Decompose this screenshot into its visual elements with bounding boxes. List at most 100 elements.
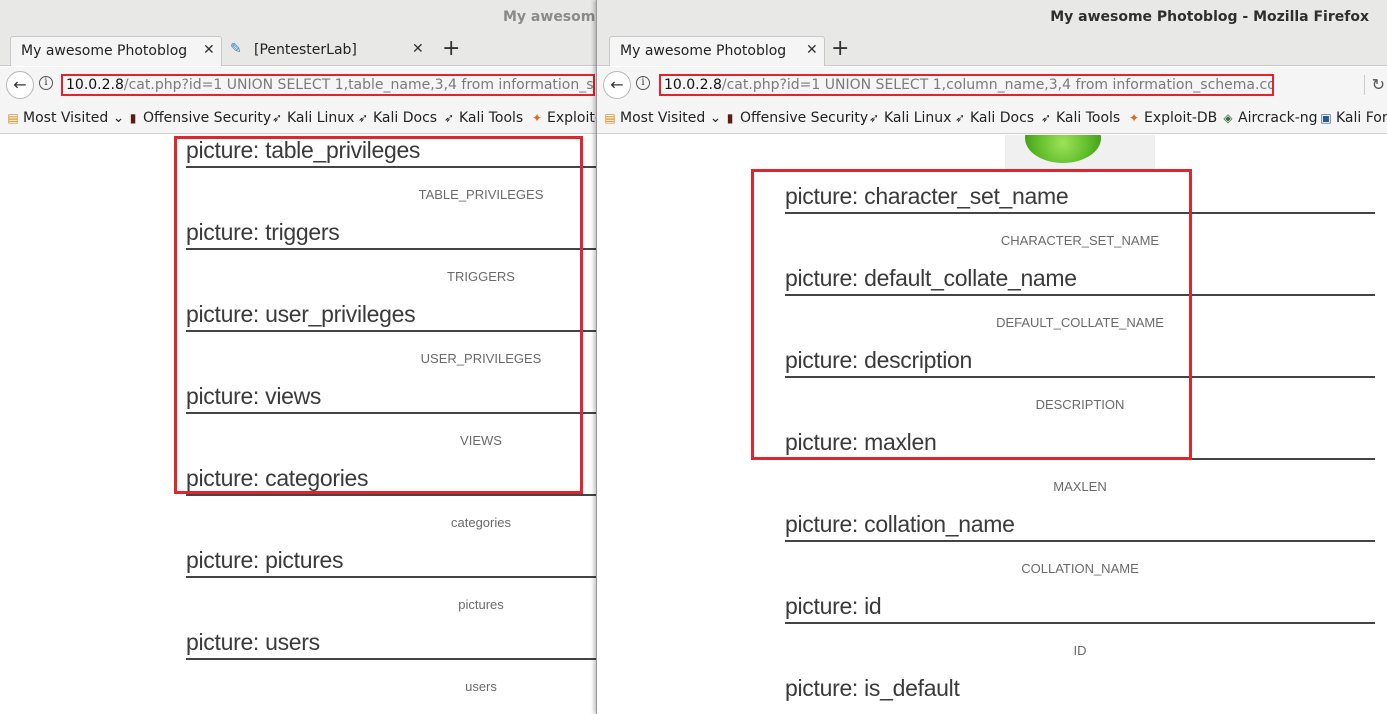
window-title: My awesome Photoblog bbox=[503, 9, 600, 25]
back-arrow-icon[interactable]: ← bbox=[603, 71, 631, 99]
bookmark-kali-linux[interactable]: ➶ Kali Linux bbox=[270, 110, 355, 126]
picture-title: picture: collation_name bbox=[785, 511, 1015, 537]
picture-caption: users bbox=[465, 679, 497, 694]
bookmark-label: Kali Docs bbox=[373, 110, 438, 126]
url-host: 10.0.2.8 bbox=[664, 77, 722, 93]
bookmark-most-visited[interactable]: ▤ Most Visited ⌄ bbox=[603, 110, 721, 126]
tab-photoblog[interactable]: My awesome Photoblog ✕ bbox=[10, 36, 222, 66]
kali-forums-icon: ▣ bbox=[1320, 111, 1332, 125]
close-icon[interactable]: ✕ bbox=[203, 42, 215, 58]
picture-title: picture: users bbox=[186, 629, 320, 655]
bookmark-label: Offensive Security bbox=[740, 110, 869, 126]
title-underline bbox=[186, 494, 600, 496]
tab-strip: My awesome Photoblog ✕ + bbox=[597, 34, 1387, 66]
bookmark-folder-icon: ▤ bbox=[7, 111, 19, 125]
kali-dragon-icon: ➶ bbox=[357, 111, 369, 125]
green-logo-image bbox=[1025, 135, 1101, 163]
kali-dragon-icon: ➶ bbox=[868, 111, 880, 125]
aircrack-icon: ◈ bbox=[1223, 111, 1233, 125]
url-path: /cat.php?id=1 UNION SELECT 1,column_name… bbox=[721, 77, 1274, 93]
bookmark-kali-forums[interactable]: ▣ Kali Foru bbox=[1319, 110, 1387, 126]
bookmark-label: Kali Tools bbox=[459, 110, 524, 126]
picture-caption: categories bbox=[451, 515, 511, 530]
left-firefox-window: My awesome Photoblog My awesome Photoblo… bbox=[0, 0, 600, 714]
bookmarks-bar: ▤ Most Visited ⌄ ▮ Offensive Security ➶ Kal… bbox=[597, 104, 1387, 134]
title-underline bbox=[186, 576, 600, 578]
bookmark-label: Kali Docs bbox=[970, 110, 1035, 126]
highlight-box bbox=[174, 136, 583, 494]
tab-label: [PentesterLab] bbox=[254, 42, 357, 58]
photo-thumbnail bbox=[1005, 135, 1155, 169]
kali-dragon-icon: ➶ bbox=[954, 111, 966, 125]
bookmark-aircrack-ng[interactable]: ◈ Aircrack-ng bbox=[1221, 110, 1318, 126]
nav-bar: ← i 10.0.2.8/cat.php?id=1 UNION SELECT 1… bbox=[0, 67, 600, 104]
bookmarks-bar: ▤ Most Visited ⌄ ▮ Offensive Security ➶ Kal… bbox=[0, 104, 600, 134]
tab-photoblog[interactable]: My awesome Photoblog ✕ bbox=[609, 36, 825, 66]
plus-icon[interactable]: + bbox=[831, 38, 849, 60]
info-icon[interactable]: i bbox=[636, 76, 650, 90]
bookmark-offensive-security[interactable]: ▮ Offensive Security bbox=[126, 110, 272, 126]
title-underline bbox=[785, 540, 1375, 542]
tab-strip: My awesome Photoblog ✕ ✎ [PentesterLab] … bbox=[0, 34, 600, 66]
bookmark-label: Aircrack-ng bbox=[1238, 110, 1318, 126]
offsec-icon: ▮ bbox=[129, 111, 137, 125]
bookmark-label: Exploit- bbox=[547, 110, 600, 126]
exploit-db-icon: ✦ bbox=[1128, 111, 1140, 125]
close-icon[interactable]: ✕ bbox=[412, 41, 424, 57]
picture-title: picture: pictures bbox=[186, 547, 344, 573]
bookmark-label: Most Visited bbox=[620, 110, 706, 126]
offsec-icon: ▮ bbox=[726, 111, 734, 125]
toolbar-separator bbox=[1364, 75, 1365, 95]
picture-title: picture: is_default bbox=[785, 675, 960, 701]
tab-label: My awesome Photoblog bbox=[21, 43, 188, 59]
bookmark-kali-linux[interactable]: ➶ Kali Linux bbox=[867, 110, 952, 126]
bookmark-kali-tools[interactable]: ➶ Kali Tools bbox=[1039, 110, 1120, 126]
picture-title: picture: id bbox=[785, 593, 882, 619]
bookmark-kali-docs[interactable]: ➶ Kali Docs bbox=[953, 110, 1034, 126]
bookmark-kali-docs[interactable]: ➶ Kali Docs bbox=[356, 110, 437, 126]
picture-caption: ID bbox=[1073, 643, 1087, 658]
exploit-db-icon: ✦ bbox=[531, 111, 543, 125]
title-underline bbox=[785, 622, 1375, 624]
bookmark-label: Most Visited bbox=[23, 110, 109, 126]
tab-pentesterlab[interactable]: ✎ [PentesterLab] ✕ bbox=[226, 36, 432, 66]
pencil-icon: ✎ bbox=[230, 41, 242, 57]
kali-dragon-icon: ➶ bbox=[443, 111, 455, 125]
plus-icon[interactable]: + bbox=[442, 38, 460, 60]
url-host: 10.0.2.8 bbox=[66, 77, 124, 93]
info-icon[interactable]: i bbox=[39, 76, 53, 90]
kali-dragon-icon: ➶ bbox=[1040, 111, 1052, 125]
close-icon[interactable]: ✕ bbox=[806, 42, 818, 58]
bookmark-offensive-security[interactable]: ▮ Offensive Security bbox=[723, 110, 869, 126]
bookmark-label: Kali Tools bbox=[1056, 110, 1121, 126]
url-bar[interactable]: 10.0.2.8/cat.php?id=1 UNION SELECT 1,tab… bbox=[61, 74, 595, 96]
picture-caption: COLLATION_NAME bbox=[1021, 561, 1139, 576]
url-bar[interactable]: 10.0.2.8/cat.php?id=1 UNION SELECT 1,col… bbox=[659, 74, 1274, 96]
right-firefox-window: My awesome Photoblog - Mozilla Firefox M… bbox=[596, 0, 1387, 714]
tab-label: My awesome Photoblog bbox=[620, 43, 787, 59]
bookmark-label: Offensive Security bbox=[143, 110, 272, 126]
title-underline bbox=[186, 658, 600, 660]
bookmark-kali-tools[interactable]: ➶ Kali Tools bbox=[442, 110, 523, 126]
bookmark-label: Kali Foru bbox=[1336, 110, 1387, 126]
bookmark-exploit-db[interactable]: ✦ Exploit- bbox=[530, 110, 600, 126]
bookmark-folder-icon: ▤ bbox=[604, 111, 616, 125]
picture-caption: pictures bbox=[458, 597, 504, 612]
bookmark-most-visited[interactable]: ▤ Most Visited ⌄ bbox=[6, 110, 124, 126]
picture-caption: MAXLEN bbox=[1053, 479, 1107, 494]
nav-bar: ← i 10.0.2.8/cat.php?id=1 UNION SELECT 1… bbox=[597, 67, 1387, 104]
kali-dragon-icon: ➶ bbox=[271, 111, 283, 125]
page-content: picture: character_set_name CHARACTER_SE… bbox=[597, 135, 1387, 714]
reload-icon[interactable]: ↻ bbox=[1372, 75, 1385, 94]
title-bar: My awesome Photoblog bbox=[0, 0, 600, 34]
highlight-box bbox=[751, 169, 1192, 460]
title-bar: My awesome Photoblog - Mozilla Firefox bbox=[597, 0, 1387, 34]
url-path: /cat.php?id=1 UNION SELECT 1,table_name,… bbox=[123, 77, 594, 93]
page-content: picture: table_privileges TABLE_PRIVILEG… bbox=[0, 135, 600, 714]
bookmark-label: Kali Linux bbox=[884, 110, 952, 126]
bookmark-label: Exploit-DB bbox=[1144, 110, 1218, 126]
back-arrow-icon[interactable]: ← bbox=[6, 71, 34, 99]
window-title: My awesome Photoblog - Mozilla Firefox bbox=[1050, 9, 1369, 25]
bookmark-exploit-db[interactable]: ✦ Exploit-DB bbox=[1127, 110, 1217, 126]
bookmark-label: Kali Linux bbox=[287, 110, 355, 126]
